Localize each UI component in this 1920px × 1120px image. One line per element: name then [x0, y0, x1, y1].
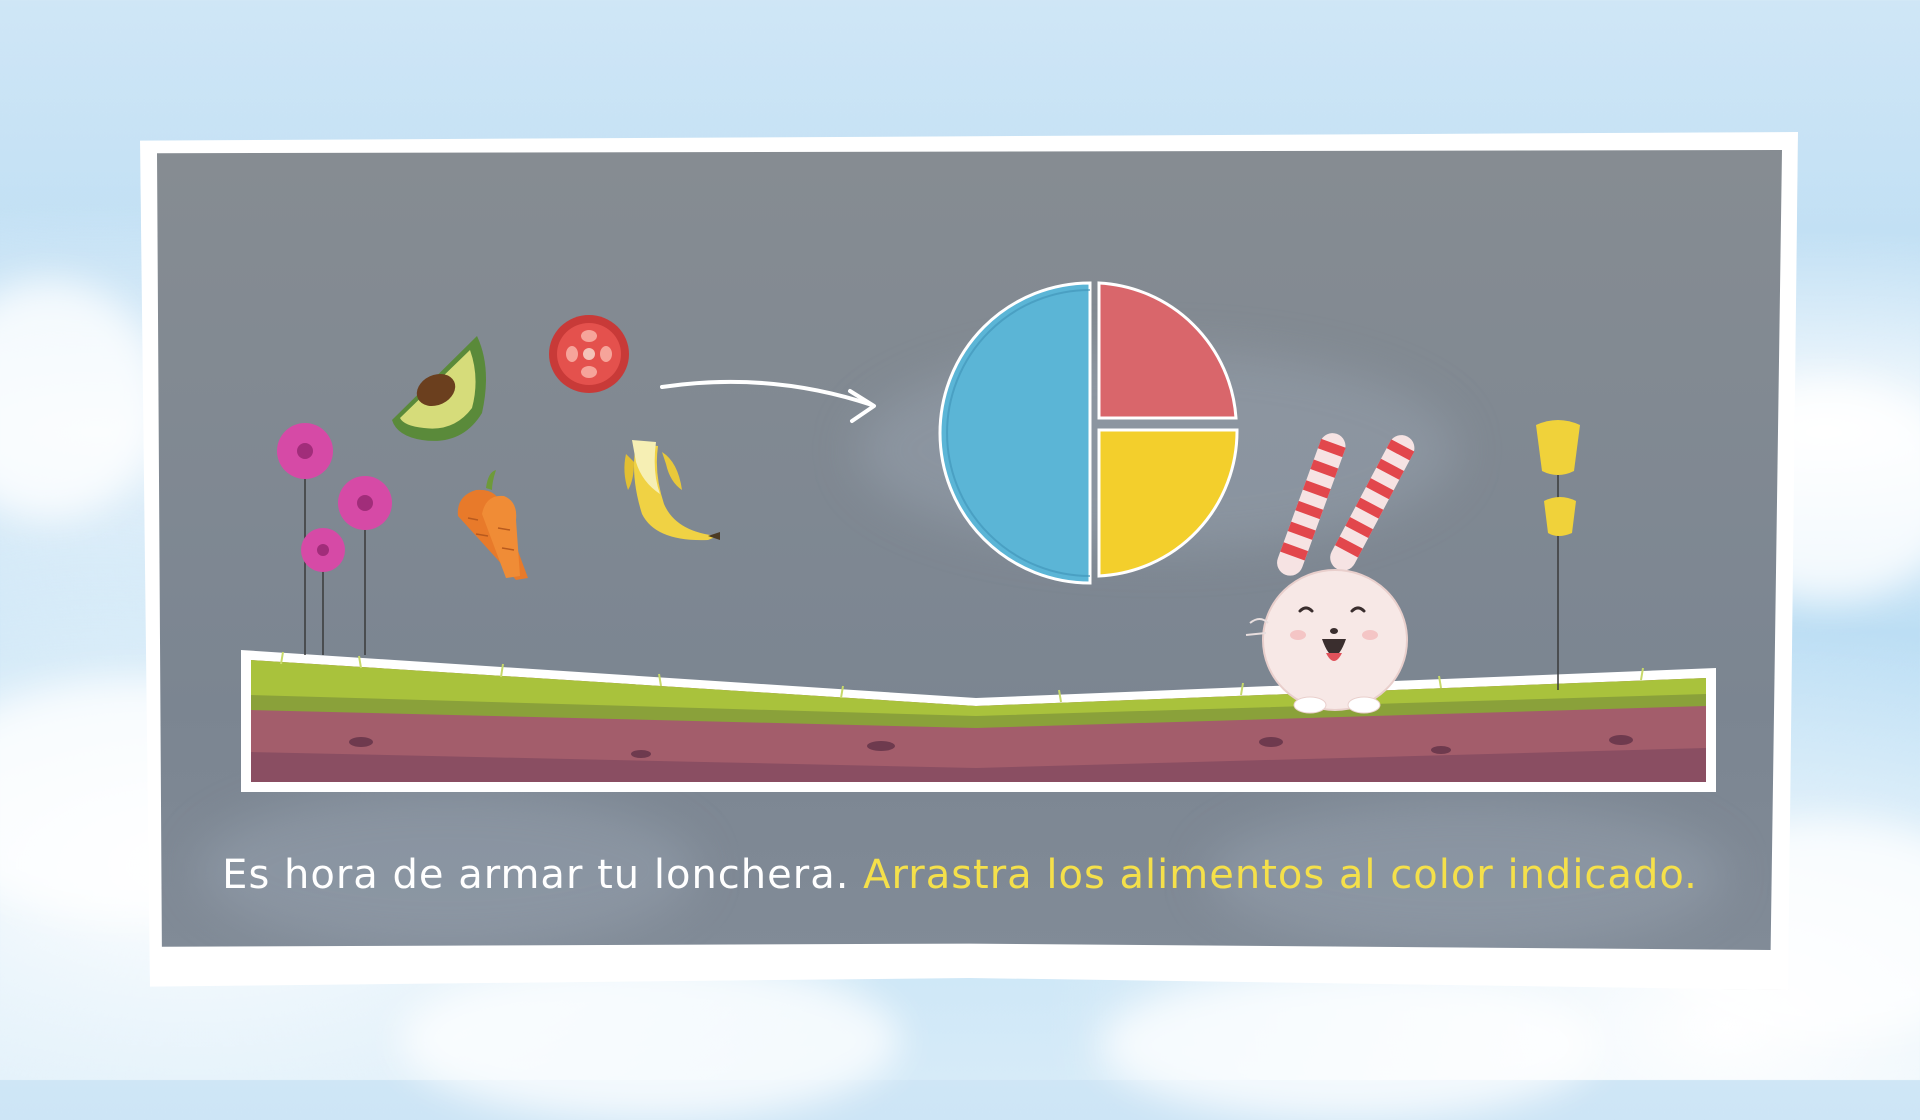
- sky-cloud: [1100, 970, 1600, 1120]
- instruction-part2: Arrastra los alimentos al color indicado…: [863, 852, 1698, 898]
- carrot-icon[interactable]: [446, 468, 536, 587]
- plate-section-red: [1097, 281, 1238, 420]
- sky-cloud: [400, 960, 900, 1120]
- avocado-icon[interactable]: [382, 328, 492, 452]
- instruction-text: Es hora de armar tu lonchera. Arrastra l…: [0, 852, 1920, 898]
- tomato-icon[interactable]: [546, 312, 632, 400]
- banana-icon[interactable]: [612, 432, 724, 558]
- instruction-part1: Es hora de armar tu lonchera.: [222, 852, 850, 898]
- bunny-character: [1240, 425, 1430, 719]
- plate-section-yellow: [1097, 428, 1239, 578]
- yellow-flowers: [1528, 415, 1588, 699]
- sky-cloud: [0, 280, 160, 520]
- ground-strip: [241, 650, 1716, 792]
- arrow-icon: [660, 365, 885, 429]
- plate-section-blue: [938, 281, 1092, 585]
- plate-drop-target[interactable]: [935, 278, 1245, 592]
